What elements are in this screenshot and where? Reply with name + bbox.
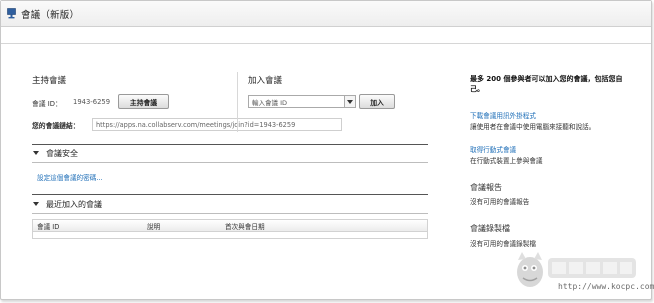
host-meeting-button[interactable]: 主持會議 [118,94,169,109]
meeting-link-field[interactable]: https://apps.na.collabserv.com/meetings/… [92,118,342,131]
mobile-meeting-link[interactable]: 取得行動式會議 [470,144,516,154]
meeting-id-label: 會議 ID： [32,100,62,108]
capacity-text: 最多 200 個參與者可以加入您的會議，包括您自 己。 [470,74,623,94]
security-top-rule [32,144,428,145]
meeting-link-label: 您的會議鏈結： [32,122,80,130]
recent-meetings-table-body [32,232,428,239]
capacity-text-line2: 己。 [470,85,484,93]
chevron-down-icon[interactable] [344,96,355,107]
section-divider [237,72,238,132]
recent-section-toggle[interactable]: 最近加入的會議 [32,197,428,211]
join-meeting-heading: 加入會議 [248,76,283,86]
capacity-text-line1: 最多 200 個參與者可以加入您的會議，包括您自 [470,75,623,83]
reports-empty-text: 沒有可用的會議報告 [470,198,530,206]
collapse-triangle-icon [32,149,40,157]
recordings-heading: 會議錄製檔 [470,224,510,233]
mobile-description: 在行動式裝置上參與會議 [470,157,543,165]
meeting-id-combobox[interactable]: 輸入會議 ID [248,95,356,108]
security-bottom-rule [32,162,428,163]
join-meeting-button[interactable]: 加入 [359,94,395,109]
title-bar: 會議（新版） [1,1,651,27]
column-description[interactable]: 說明 [147,221,160,231]
reports-heading: 會議報告 [470,183,502,192]
meeting-app-icon [7,8,16,19]
recent-meetings-table-header: 會議 ID 說明 首次與會日期 [32,219,428,232]
security-section-heading: 會議安全 [46,148,78,158]
window-title: 會議（新版） [21,9,80,21]
collapse-triangle-icon [32,200,40,208]
recordings-empty-text: 沒有可用的會議錄製檔 [470,240,536,248]
recent-section-heading: 最近加入的會議 [46,199,102,209]
column-meeting-id[interactable]: 會議 ID [37,221,59,231]
recent-bottom-rule [32,213,428,214]
plugin-description: 讓使用者在會議中使用電腦來接聽和說話。 [470,123,596,131]
header-divider [1,43,651,44]
recent-top-rule [32,194,428,195]
meeting-id-input[interactable]: 輸入會議 ID [249,97,344,107]
download-plugin-link[interactable]: 下載會議用訊外掛程式 [470,110,536,120]
security-section-toggle[interactable]: 會議安全 [32,146,428,160]
set-password-link[interactable]: 設定這個會議的密碼... [37,172,103,182]
watermark-url: http://www.kocpc.com.tw [558,282,654,291]
host-meeting-heading: 主持會議 [32,76,67,86]
meeting-id-value: 1943-6259 [73,98,111,106]
column-first-joined[interactable]: 首次與會日期 [225,221,265,231]
